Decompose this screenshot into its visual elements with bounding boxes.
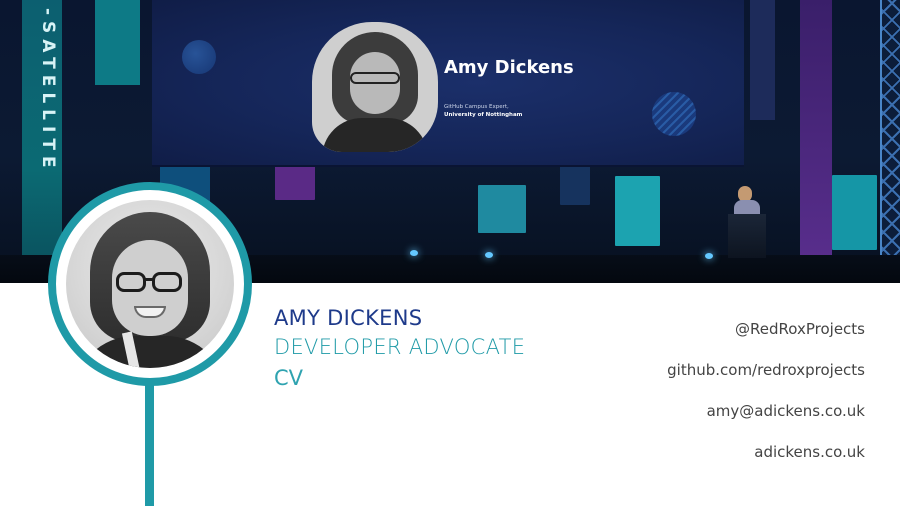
timeline-connector xyxy=(145,370,154,506)
avatar xyxy=(66,200,234,368)
stage-panel xyxy=(832,175,877,250)
website-link[interactable]: adickens.co.uk xyxy=(667,441,865,482)
github-link[interactable]: github.com/redroxprojects xyxy=(667,359,865,400)
stage-panel xyxy=(478,185,526,233)
contact-links: @RedRoxProjects github.com/redroxproject… xyxy=(667,318,865,482)
stage-pillar xyxy=(750,0,775,120)
screen-speaker-org: University of Nottingham xyxy=(444,112,523,118)
stage-panel xyxy=(560,165,590,205)
screen-speaker-photo xyxy=(312,22,438,152)
email-link[interactable]: amy@adickens.co.uk xyxy=(667,400,865,441)
stage-pillar xyxy=(800,0,832,283)
stage-light xyxy=(705,253,713,259)
podium xyxy=(728,214,766,258)
decorative-orb xyxy=(652,92,696,136)
presentation-screen: Amy Dickens GitHub Campus Expert, Univer… xyxy=(152,0,744,167)
twitter-link[interactable]: @RedRoxProjects xyxy=(667,318,865,359)
document-type: CV xyxy=(274,366,304,390)
stage-light xyxy=(485,252,493,258)
decorative-orb xyxy=(182,40,216,74)
stage-panel xyxy=(615,176,660,246)
satellite-banner-text: -SATELLITE xyxy=(38,8,58,174)
stage-pillar xyxy=(95,0,140,85)
stage-truss xyxy=(880,0,900,283)
stage-light xyxy=(410,250,418,256)
screen-speaker-name: Amy Dickens xyxy=(444,57,574,78)
screen-speaker-role: GitHub Campus Expert, xyxy=(444,104,509,110)
person-name: AMY DICKENS xyxy=(274,306,423,330)
person-role: DEVELOPER ADVOCATE xyxy=(274,335,526,359)
